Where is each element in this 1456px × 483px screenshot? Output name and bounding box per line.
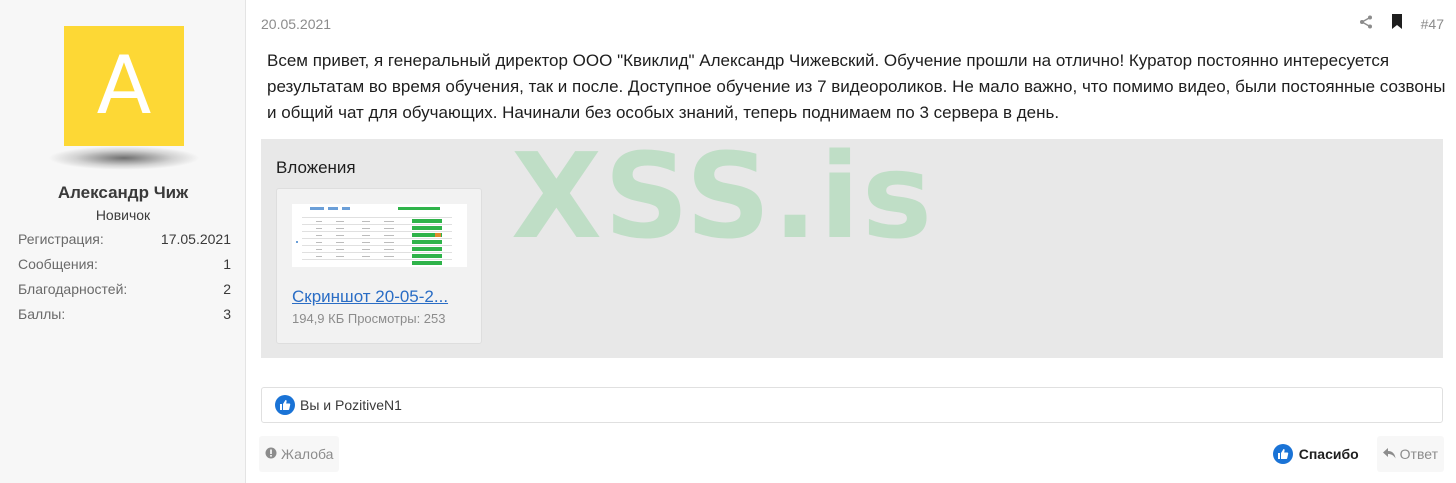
attachment-link[interactable]: Скриншот 20-05-2... bbox=[292, 287, 448, 307]
stat-value: 3 bbox=[223, 306, 231, 322]
avatar-shadow bbox=[48, 146, 200, 170]
report-button[interactable]: Жалоба bbox=[259, 436, 340, 472]
stat-value: 2 bbox=[223, 281, 231, 297]
post-tools: #47 bbox=[1359, 14, 1444, 34]
report-label: Жалоба bbox=[281, 446, 334, 462]
stat-value[interactable]: 1 bbox=[223, 255, 231, 280]
bookmark-icon[interactable] bbox=[1391, 14, 1403, 34]
reactions-bar[interactable]: Вы и PozitiveN1 bbox=[261, 387, 1443, 423]
stat-row: Регистрация: 17.05.2021 bbox=[18, 230, 231, 255]
attachment-meta: 194,9 КБ Просмотры: 253 bbox=[292, 311, 446, 326]
attachments-block: XSS.is Вложения Скриншот 20-05-2... 194,… bbox=[261, 139, 1443, 358]
stat-label: Благодарностей: bbox=[18, 281, 128, 297]
watermark: XSS.is bbox=[511, 139, 935, 265]
reply-button[interactable]: Ответ bbox=[1376, 436, 1444, 472]
stat-row: Сообщения: 1 bbox=[18, 255, 231, 280]
user-title: Новичок bbox=[95, 207, 151, 223]
stat-value: 17.05.2021 bbox=[160, 231, 231, 247]
user-sidebar: A Александр Чиж Новичок Регистрация: 17.… bbox=[0, 0, 246, 483]
footer-actions: Спасибо Ответ bbox=[1272, 436, 1444, 472]
thanks-label: Спасибо bbox=[1298, 446, 1359, 462]
attachment-thumbnail[interactable] bbox=[292, 204, 467, 267]
username[interactable]: Александр Чиж bbox=[0, 183, 246, 203]
alert-icon bbox=[265, 446, 277, 462]
stat-label: Сообщения: bbox=[18, 256, 98, 272]
attachments-heading: Вложения bbox=[276, 158, 356, 177]
avatar-letter: A bbox=[96, 39, 152, 132]
share-icon[interactable] bbox=[1359, 15, 1373, 34]
user-stats: Регистрация: 17.05.2021 Сообщения: 1 Бла… bbox=[18, 230, 231, 330]
avatar[interactable]: A bbox=[64, 26, 184, 146]
like-icon bbox=[275, 395, 295, 415]
post-body: Всем привет, я генеральный директор ООО … bbox=[267, 51, 1446, 122]
stat-label: Регистрация: bbox=[18, 231, 104, 247]
reply-label: Ответ bbox=[1399, 446, 1438, 462]
post-number[interactable]: #47 bbox=[1421, 16, 1444, 32]
like-icon bbox=[1272, 444, 1293, 464]
stat-row: Баллы: 3 bbox=[18, 305, 231, 330]
stat-label: Баллы: bbox=[18, 306, 66, 322]
attachment-card[interactable]: Скриншот 20-05-2... 194,9 КБ Просмотры: … bbox=[276, 188, 482, 344]
reply-icon bbox=[1382, 446, 1396, 462]
post-date[interactable]: 20.05.2021 bbox=[261, 16, 331, 32]
stat-row: Благодарностей: 2 bbox=[18, 280, 231, 305]
thanks-button[interactable]: Спасибо bbox=[1272, 444, 1359, 464]
reactions-text[interactable]: Вы и PozitiveN1 bbox=[300, 397, 402, 413]
